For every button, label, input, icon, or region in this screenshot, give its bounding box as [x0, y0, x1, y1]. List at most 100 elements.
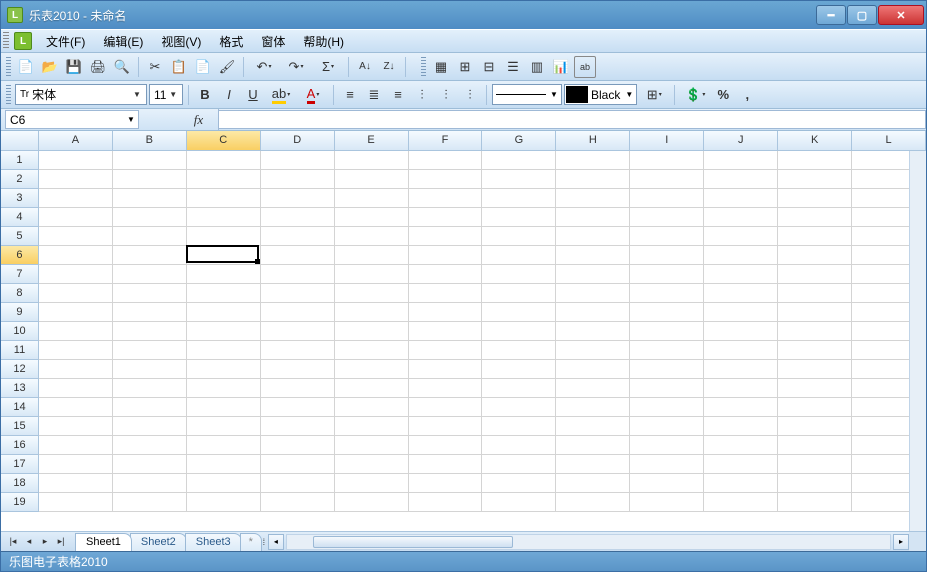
vertical-scrollbar[interactable]	[909, 151, 926, 531]
row-header-10[interactable]: 10	[1, 322, 39, 341]
cut-button[interactable]: ✂	[144, 56, 166, 78]
cell-K13[interactable]	[778, 379, 852, 398]
cell-C7[interactable]	[187, 265, 261, 284]
tab-nav-prev[interactable]: ◂	[21, 534, 37, 550]
cell-K16[interactable]	[778, 436, 852, 455]
paste-button[interactable]: 📄	[192, 56, 214, 78]
row-header-6[interactable]: 6	[1, 246, 39, 265]
column-header-E[interactable]: E	[335, 131, 409, 150]
formula-input[interactable]	[219, 110, 926, 129]
fx-label[interactable]: fx	[179, 109, 219, 130]
cell-F5[interactable]	[409, 227, 483, 246]
cell-J14[interactable]	[704, 398, 778, 417]
cell-F2[interactable]	[409, 170, 483, 189]
align-left-button[interactable]: ≡	[339, 84, 361, 106]
sort-asc-button[interactable]: A↓	[354, 56, 376, 78]
cell-C12[interactable]	[187, 360, 261, 379]
chevron-down-icon[interactable]: ▼	[166, 90, 180, 99]
new-sheet-tab[interactable]: *	[240, 533, 262, 551]
hscroll-thumb[interactable]	[313, 536, 513, 548]
align-top-button[interactable]: ⫶	[411, 84, 433, 106]
cell-K1[interactable]	[778, 151, 852, 170]
cell-A18[interactable]	[39, 474, 113, 493]
cell-H7[interactable]	[556, 265, 630, 284]
cell-K11[interactable]	[778, 341, 852, 360]
column-header-G[interactable]: G	[482, 131, 556, 150]
cell-J17[interactable]	[704, 455, 778, 474]
cell-H5[interactable]	[556, 227, 630, 246]
cell-D9[interactable]	[261, 303, 335, 322]
cell-C14[interactable]	[187, 398, 261, 417]
cell-J2[interactable]	[704, 170, 778, 189]
cell-A11[interactable]	[39, 341, 113, 360]
cell-H13[interactable]	[556, 379, 630, 398]
cell-C17[interactable]	[187, 455, 261, 474]
cell-I12[interactable]	[630, 360, 704, 379]
cell-J5[interactable]	[704, 227, 778, 246]
cell-E10[interactable]	[335, 322, 409, 341]
cell-G1[interactable]	[482, 151, 556, 170]
cell-D12[interactable]	[261, 360, 335, 379]
cell-I5[interactable]	[630, 227, 704, 246]
cell-A15[interactable]	[39, 417, 113, 436]
cell-E18[interactable]	[335, 474, 409, 493]
cell-C2[interactable]	[187, 170, 261, 189]
column-header-H[interactable]: H	[556, 131, 630, 150]
redo-button[interactable]: ↷▾	[281, 56, 311, 78]
row-header-9[interactable]: 9	[1, 303, 39, 322]
cell-I11[interactable]	[630, 341, 704, 360]
cell-K12[interactable]	[778, 360, 852, 379]
app-logo-icon[interactable]: L	[14, 32, 32, 50]
print-button[interactable]: 🖨	[87, 56, 109, 78]
cell-G10[interactable]	[482, 322, 556, 341]
cell-I19[interactable]	[630, 493, 704, 512]
cell-C3[interactable]	[187, 189, 261, 208]
cell-J13[interactable]	[704, 379, 778, 398]
cell-C13[interactable]	[187, 379, 261, 398]
cell-H3[interactable]	[556, 189, 630, 208]
cell-G4[interactable]	[482, 208, 556, 227]
cell-G3[interactable]	[482, 189, 556, 208]
open-button[interactable]: 📂	[39, 56, 61, 78]
save-button[interactable]: 💾	[63, 56, 85, 78]
cell-F14[interactable]	[409, 398, 483, 417]
row-header-18[interactable]: 18	[1, 474, 39, 493]
cell-E15[interactable]	[335, 417, 409, 436]
sheet-tab-sheet2[interactable]: Sheet2	[130, 533, 187, 551]
cell-D2[interactable]	[261, 170, 335, 189]
copy-button[interactable]: 📋	[168, 56, 190, 78]
cell-B9[interactable]	[113, 303, 187, 322]
cell-F13[interactable]	[409, 379, 483, 398]
menu-edit[interactable]: 编辑(E)	[95, 30, 151, 53]
cell-B3[interactable]	[113, 189, 187, 208]
cell-C16[interactable]	[187, 436, 261, 455]
cell-G6[interactable]	[482, 246, 556, 265]
cell-A3[interactable]	[39, 189, 113, 208]
cell-K5[interactable]	[778, 227, 852, 246]
borders-button[interactable]: ⊞▾	[639, 84, 669, 106]
cell-G2[interactable]	[482, 170, 556, 189]
cell-A4[interactable]	[39, 208, 113, 227]
cell-F3[interactable]	[409, 189, 483, 208]
cell-B12[interactable]	[113, 360, 187, 379]
column-header-C[interactable]: C	[187, 131, 261, 150]
row-header-16[interactable]: 16	[1, 436, 39, 455]
cell-H17[interactable]	[556, 455, 630, 474]
cell-C19[interactable]	[187, 493, 261, 512]
cell-C18[interactable]	[187, 474, 261, 493]
cell-K2[interactable]	[778, 170, 852, 189]
cell-E1[interactable]	[335, 151, 409, 170]
cell-G7[interactable]	[482, 265, 556, 284]
chart-button[interactable]: 📊	[550, 56, 572, 78]
cell-I4[interactable]	[630, 208, 704, 227]
cell-E5[interactable]	[335, 227, 409, 246]
select-all-corner[interactable]	[1, 131, 39, 150]
cell-K7[interactable]	[778, 265, 852, 284]
cell-E17[interactable]	[335, 455, 409, 474]
cell-B8[interactable]	[113, 284, 187, 303]
cell-G16[interactable]	[482, 436, 556, 455]
tab-nav-first[interactable]: |◂	[5, 534, 21, 550]
cell-K18[interactable]	[778, 474, 852, 493]
cell-F15[interactable]	[409, 417, 483, 436]
row-header-5[interactable]: 5	[1, 227, 39, 246]
